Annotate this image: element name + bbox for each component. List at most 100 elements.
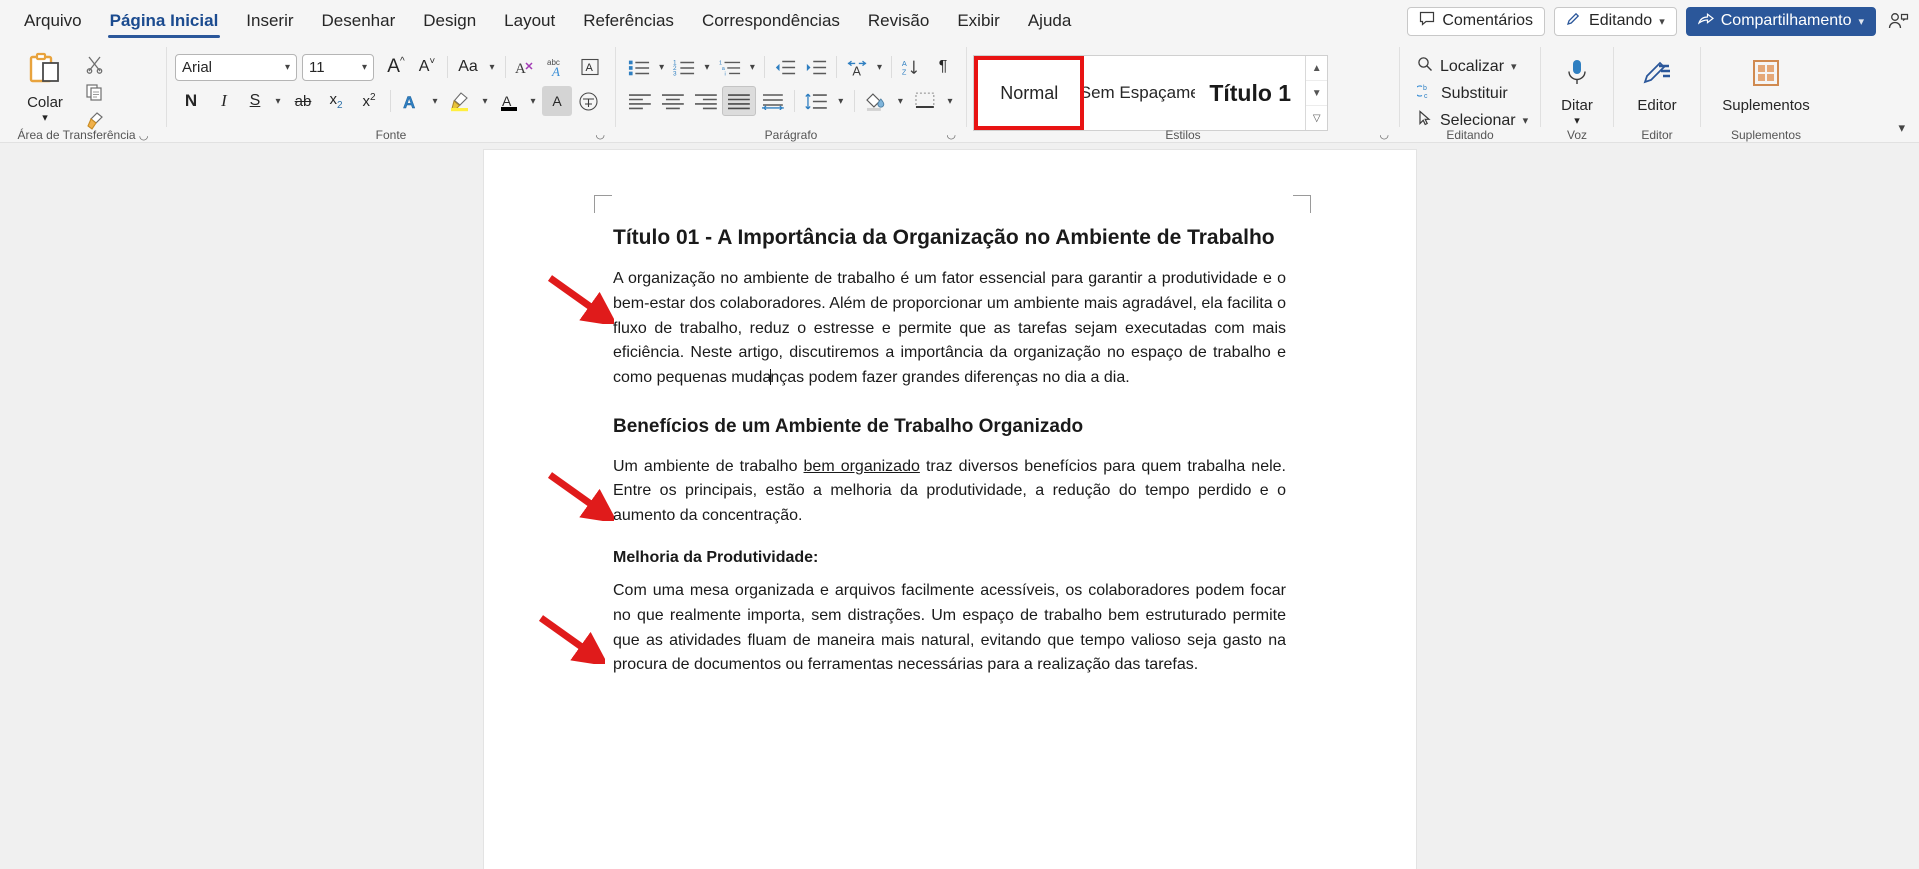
styles-more[interactable]: ▽ (1306, 106, 1327, 130)
align-right-button[interactable] (690, 86, 722, 116)
share-person-icon[interactable] (1885, 8, 1911, 34)
chevron-down-icon: ▾ (284, 61, 290, 73)
strikethrough-button[interactable]: ab (287, 86, 319, 116)
font-size-combo[interactable]: 11 ▾ (302, 53, 374, 81)
font-color-dropdown[interactable]: ▾ (525, 86, 541, 116)
justify-button[interactable] (722, 86, 757, 116)
text-effects-dropdown[interactable]: ▾ (427, 86, 443, 116)
rtl-ltr-button[interactable]: A (842, 52, 872, 82)
word-window: Arquivo Página Inicial Inserir Desenhar … (0, 0, 1919, 869)
separator (835, 56, 837, 78)
distribute-button[interactable] (757, 86, 789, 116)
decrease-indent-button[interactable] (770, 52, 800, 82)
document-body[interactable]: Título 01 - A Importância da Organização… (613, 222, 1286, 692)
highlight-button[interactable] (444, 86, 476, 116)
replace-icon: bc (1414, 83, 1434, 104)
tab-exibir[interactable]: Exibir (943, 0, 1014, 42)
dialog-launcher-styles[interactable]: ◡ (1379, 128, 1389, 141)
character-shading-button[interactable]: A (542, 86, 572, 116)
group-voice: Ditar ▾ Voz (1541, 42, 1613, 143)
bullet-list-icon (628, 60, 650, 75)
heading-3: Melhoria da Produtividade: (613, 549, 819, 566)
styles-scroll-down[interactable]: ▼ (1306, 81, 1327, 106)
group-label-text: Parágrafo (764, 128, 818, 142)
style-titulo-1-label: Título 1 (1209, 79, 1292, 106)
grow-font-button[interactable]: A ^ (381, 52, 411, 82)
tab-arquivo[interactable]: Arquivo (10, 0, 96, 42)
share-button[interactable]: Compartilhamento ▾ (1685, 6, 1876, 36)
phonetic-guide-button[interactable]: A (575, 52, 605, 82)
bullets-dropdown[interactable]: ▾ (655, 52, 668, 82)
annotation-arrow-3 (538, 615, 605, 664)
tab-desenhar[interactable]: Desenhar (308, 0, 410, 42)
collapse-ribbon-button[interactable]: ▾ (1898, 120, 1905, 136)
italic-button[interactable]: I (208, 86, 240, 116)
numbering-button[interactable]: 123 (669, 52, 699, 82)
group-label-addins: Suplementos (1701, 128, 1831, 142)
find-button[interactable]: Localizar ▾ (1412, 54, 1530, 79)
highlight-dropdown[interactable]: ▾ (477, 86, 493, 116)
shading-dropdown[interactable]: ▾ (892, 86, 908, 116)
bullets-button[interactable] (624, 52, 654, 82)
style-normal[interactable]: Normal (974, 56, 1085, 130)
borders-button[interactable] (909, 86, 941, 116)
show-marks-button[interactable]: ¶ (928, 52, 958, 82)
chevron-down-icon[interactable]: ▾ (42, 111, 48, 124)
text-effects-button[interactable]: A (396, 86, 426, 116)
tab-referencias[interactable]: Referências (569, 0, 688, 42)
dialog-launcher-clipboard[interactable]: ◡ (139, 130, 149, 142)
paste-button[interactable]: Colar ▾ (14, 46, 76, 132)
dialog-launcher-paragraph[interactable]: ◡ (946, 128, 956, 141)
multilevel-list-button[interactable]: 1ai (715, 52, 745, 82)
tab-revisao[interactable]: Revisão (854, 0, 943, 42)
clear-formatting-button[interactable]: A (511, 52, 541, 82)
style-sem-espacamento[interactable]: Sem Espaçame (1084, 56, 1195, 130)
font-color-button[interactable]: A (494, 86, 524, 116)
tab-design[interactable]: Design (409, 0, 490, 42)
numbering-dropdown[interactable]: ▾ (700, 52, 713, 82)
styles-scroll-up[interactable]: ▲ (1306, 56, 1327, 81)
editor-button[interactable]: Editor (1614, 50, 1700, 130)
document-page[interactable]: Título 01 - A Importância da Organização… (484, 150, 1416, 869)
underline-label: S (249, 92, 261, 109)
tab-ajuda[interactable]: Ajuda (1014, 0, 1085, 42)
bold-button[interactable]: N (175, 86, 207, 116)
spelling-check-button[interactable]: abc A (542, 52, 574, 82)
editing-mode-button[interactable]: Editando ▾ (1554, 6, 1677, 36)
sort-button[interactable]: AZ (897, 52, 927, 82)
line-spacing-button[interactable] (800, 86, 832, 116)
replace-button[interactable]: bc Substituir (1412, 81, 1530, 106)
font-family-combo[interactable]: Arial ▾ (175, 53, 297, 81)
tab-label: Exibir (957, 11, 1000, 30)
underline-dropdown[interactable]: ▾ (270, 86, 286, 116)
subscript-button[interactable]: x2 (320, 86, 352, 116)
cut-button[interactable] (80, 52, 108, 76)
font-family-value: Arial (182, 58, 213, 76)
comments-button[interactable]: Comentários (1407, 6, 1546, 36)
dictate-button[interactable]: Ditar ▾ (1541, 50, 1613, 130)
align-center-button[interactable] (657, 86, 689, 116)
copy-button[interactable] (80, 80, 108, 104)
change-case-dropdown[interactable]: ▾ (484, 52, 500, 82)
character-border-button[interactable] (573, 86, 603, 116)
superscript-button[interactable]: x2 (353, 86, 385, 116)
tab-pagina-inicial[interactable]: Página Inicial (96, 0, 233, 42)
find-label: Localizar (1440, 57, 1505, 75)
style-titulo-1[interactable]: Título 1 (1194, 56, 1306, 130)
document-scroll-area[interactable]: Título 01 - A Importância da Organização… (0, 143, 1919, 869)
addins-button[interactable]: Suplementos (1701, 50, 1831, 130)
shading-button[interactable] (860, 86, 892, 116)
underline-button[interactable]: S (241, 86, 269, 116)
line-spacing-dropdown[interactable]: ▾ (833, 86, 849, 116)
increase-indent-button[interactable] (801, 52, 831, 82)
borders-dropdown[interactable]: ▾ (942, 86, 958, 116)
tab-inserir[interactable]: Inserir (232, 0, 307, 42)
multilevel-list-dropdown[interactable]: ▾ (746, 52, 759, 82)
tab-correspondencias[interactable]: Correspondências (688, 0, 854, 42)
tab-layout[interactable]: Layout (490, 0, 569, 42)
dialog-launcher-font[interactable]: ◡ (595, 128, 605, 141)
text-direction-dropdown[interactable]: ▾ (873, 52, 886, 82)
change-case-button[interactable]: Aa (453, 52, 483, 82)
shrink-font-button[interactable]: A ˅ (412, 52, 442, 82)
align-left-button[interactable] (624, 86, 656, 116)
